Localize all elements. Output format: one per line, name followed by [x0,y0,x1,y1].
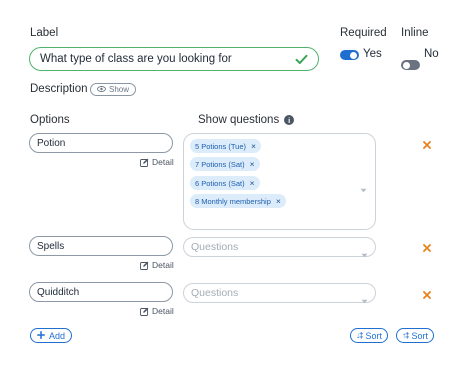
inline-value: No [424,48,439,60]
option-input-1[interactable]: Potion [29,133,173,153]
edit-icon [140,307,149,316]
chevron-down-icon[interactable] [361,245,368,257]
add-label: Add [49,330,66,341]
option-detail-link-3[interactable]: Detail [140,306,174,316]
label-input-value: What type of class are you looking for [40,53,232,65]
remove-option-button-3[interactable] [422,290,432,300]
remove-option-button-2[interactable] [422,243,432,253]
close-icon [423,136,431,154]
required-value: Yes [363,48,382,60]
option-value: Spells [37,240,65,252]
inline-toggle[interactable] [401,60,420,70]
close-icon[interactable]: × [251,142,256,151]
option-value: Quidditch [37,286,80,298]
description-show-label: Show [109,85,130,94]
option-detail-link-2[interactable]: Detail [140,260,174,270]
required-heading: Required [340,27,387,39]
sort-ascending-button[interactable]: ↑‡ Sort [396,328,434,343]
label-heading: Label [30,27,59,39]
option-input-2[interactable]: Spells [29,236,173,256]
edit-icon [140,261,149,270]
chip-label: 8 Monthly membership [195,196,271,206]
sort-icon: ↑‡ [402,331,410,340]
check-icon [294,52,308,66]
question-chip: 7 Potions (Sat) × [190,157,260,171]
close-icon[interactable]: × [250,179,255,188]
question-chip: 6 Potions (Sat) × [190,176,260,190]
chip-label: 5 Potions (Tue) [195,141,246,151]
option-detail-link-1[interactable]: Detail [140,157,174,167]
eye-icon [97,85,106,94]
description-heading: Description [30,83,88,95]
toggle-knob [403,61,410,69]
add-option-button[interactable]: Add [30,328,73,343]
options-heading: Options [30,114,70,126]
toggle-knob [350,51,357,59]
questions-placeholder: Questions [191,241,239,253]
close-icon[interactable]: × [276,197,281,206]
option-input-3[interactable]: Quidditch [29,282,173,302]
detail-label: Detail [152,306,174,316]
close-icon[interactable]: × [250,160,255,169]
close-icon [423,286,431,304]
inline-heading: Inline [401,27,429,39]
detail-label: Detail [152,157,174,167]
chip-label: 6 Potions (Sat) [195,178,245,188]
questions-select-2[interactable]: Questions [183,237,376,257]
option-value: Potion [37,137,66,149]
required-toggle[interactable] [340,50,359,60]
show-questions-heading: Show questions i [198,114,295,126]
plus-icon [37,330,45,341]
questions-select-1[interactable]: 5 Potions (Tue) × 7 Potions (Sat) × 6 Po… [183,133,376,230]
chevron-down-icon[interactable] [361,291,368,303]
chevron-down-icon[interactable] [360,180,367,193]
remove-option-button-1[interactable] [422,140,432,150]
sort-label: Sort [365,330,382,341]
sort-icon: ↓‡ [356,331,364,340]
sort-descending-button[interactable]: ↓‡ Sort [350,328,388,343]
description-show-button[interactable]: Show [90,83,137,96]
label-input[interactable]: What type of class are you looking for [29,47,319,71]
questions-select-3[interactable]: Questions [183,283,376,303]
chip-label: 7 Potions (Sat) [195,159,245,169]
question-chip: 8 Monthly membership × [190,194,286,208]
close-icon [423,239,431,257]
edit-icon [140,158,149,167]
detail-label: Detail [152,260,174,270]
show-questions-label: Show questions [198,114,280,126]
question-chip: 5 Potions (Tue) × [190,139,261,153]
questions-placeholder: Questions [191,287,239,299]
info-icon[interactable]: i [284,115,295,125]
sort-label: Sort [411,330,428,341]
